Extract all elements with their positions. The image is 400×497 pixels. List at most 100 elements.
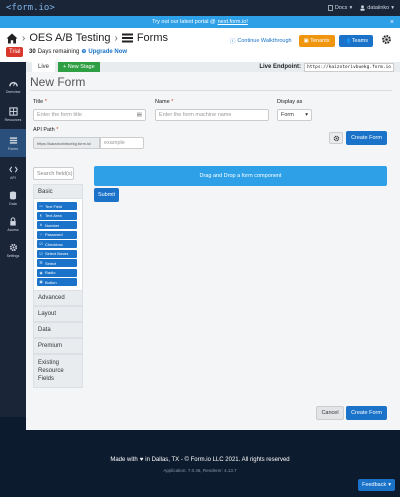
group-layout[interactable]: Layout bbox=[33, 305, 83, 322]
tenants-label: Tenants bbox=[310, 37, 330, 44]
create-form-button[interactable]: Create Form bbox=[346, 406, 387, 420]
sidebar-item-forms[interactable]: Forms bbox=[0, 129, 26, 157]
group-existing-resource-fields[interactable]: Existing Resource Fields bbox=[33, 353, 83, 388]
component-select-boxes[interactable]: ☑ Select Boxes bbox=[37, 249, 77, 258]
docs-icon bbox=[328, 5, 333, 11]
component-select[interactable]: ☰ Select bbox=[37, 259, 77, 267]
formio-logo[interactable]: <form.io> bbox=[6, 3, 55, 13]
close-icon[interactable]: × bbox=[390, 19, 394, 26]
sidebar-item-label: Resources bbox=[4, 117, 22, 122]
group-data[interactable]: Data bbox=[33, 321, 83, 338]
docs-label: Docs bbox=[334, 5, 348, 11]
project-header: › OES A/B Testing › Forms ⓘ Continue Wal… bbox=[0, 28, 400, 62]
path-input[interactable]: example bbox=[100, 137, 144, 149]
announcement-link[interactable]: next.form.io! bbox=[218, 19, 248, 25]
name-placeholder: Enter the form machine name bbox=[159, 112, 232, 118]
project-sidebar: Overview Resources Forms API Data Access… bbox=[0, 62, 26, 417]
component-label: Checkbox bbox=[45, 241, 63, 247]
title-label: Title * bbox=[33, 99, 47, 105]
component-label: Select Boxes bbox=[45, 251, 69, 256]
name-input[interactable]: Enter the form machine name bbox=[155, 109, 269, 121]
component-radio[interactable]: ◉ Radio bbox=[37, 268, 77, 277]
sidebar-item-settings[interactable]: Settings bbox=[0, 236, 26, 264]
continue-walkthrough-link[interactable]: ⓘ Continue Walkthrough bbox=[230, 37, 292, 45]
user-menu[interactable]: dataiinko ▾ bbox=[360, 5, 394, 11]
breadcrumb: › OES A/B Testing › Forms bbox=[6, 32, 168, 44]
group-basic[interactable]: Basic bbox=[33, 184, 83, 199]
tenants-button[interactable]: ▣ Tenants bbox=[298, 34, 335, 47]
footer-version: Application: 7.0.46, Renderer: 4.13.7 bbox=[163, 468, 237, 473]
component-text-area[interactable]: ¶ Text Area bbox=[37, 211, 77, 220]
sidebar-item-overview[interactable]: Overview bbox=[0, 72, 26, 100]
endpoint-url[interactable]: https://kaizotorivbuekg.form.io bbox=[304, 62, 394, 72]
endpoint-label: Live Endpoint: bbox=[259, 64, 301, 70]
forms-icon bbox=[121, 33, 133, 43]
drop-zone[interactable]: Drag and Drop a form component bbox=[94, 166, 387, 186]
announcement-bar: Try out our latest portal @ next.form.io… bbox=[0, 16, 400, 28]
footer-made-suffix: in Dallas, TX - © Form.io LLC 2021. All … bbox=[145, 457, 290, 463]
sidebar-item-resources[interactable]: Resources bbox=[0, 100, 26, 128]
upgrade-label: Upgrade Now bbox=[88, 48, 128, 55]
sidebar-item-access[interactable]: Access bbox=[0, 210, 26, 238]
required-mark: * bbox=[171, 99, 174, 105]
announcement-text: Try out our latest portal @ bbox=[152, 19, 216, 25]
checkbox-icon: ☑ bbox=[39, 242, 43, 246]
new-stage-button[interactable]: + New Stage bbox=[58, 62, 100, 72]
footer-credit: Made with ♥ in Dallas, TX - © Form.io LL… bbox=[0, 457, 400, 463]
main-content: New Form Title * Enter the form title ▤ … bbox=[26, 72, 400, 430]
create-form-button-top[interactable]: Create Form bbox=[346, 131, 387, 145]
footer: Made with ♥ in Dallas, TX - © Form.io LL… bbox=[0, 430, 400, 497]
docs-menu[interactable]: Docs ▾ bbox=[328, 5, 352, 11]
teams-button[interactable]: 👥 Teams bbox=[338, 34, 373, 47]
walkthrough-label: Continue Walkthrough bbox=[237, 37, 292, 44]
group-advanced[interactable]: Advanced bbox=[33, 289, 83, 306]
basic-components: ▭ Text Field ¶ Text Area # Number * Pass… bbox=[33, 199, 83, 290]
upgrade-now-link[interactable]: ⊕ Upgrade Now bbox=[81, 48, 128, 56]
cancel-button[interactable]: Cancel bbox=[316, 406, 344, 420]
name-label-text: Name bbox=[155, 99, 170, 105]
tab-live-stage[interactable]: Live bbox=[32, 62, 56, 72]
display-select[interactable]: Form ▾ bbox=[277, 109, 312, 121]
asterisk-icon: * bbox=[40, 232, 42, 237]
section-title: Forms bbox=[136, 32, 168, 44]
file-icon: ▤ bbox=[136, 112, 142, 118]
heart-icon: ♥ bbox=[139, 457, 144, 463]
textfield-icon: ▭ bbox=[39, 204, 43, 208]
component-label: Button bbox=[45, 279, 57, 285]
component-text-field[interactable]: ▭ Text Field bbox=[37, 202, 77, 210]
page-title: New Form bbox=[30, 75, 86, 89]
database-icon bbox=[9, 191, 17, 199]
component-number[interactable]: # Number bbox=[37, 221, 77, 229]
sidebar-item-api[interactable]: API bbox=[0, 158, 26, 186]
search-fields-input[interactable]: Search field(s) bbox=[33, 167, 74, 180]
divider bbox=[30, 90, 392, 91]
list-icon: ☰ bbox=[39, 261, 43, 265]
required-mark: * bbox=[44, 99, 47, 105]
checkbox-icon: ☑ bbox=[39, 251, 43, 256]
submit-button[interactable]: Submit bbox=[94, 188, 119, 202]
component-button[interactable]: ▣ Button bbox=[37, 278, 77, 286]
info-icon: ⓘ bbox=[229, 38, 236, 45]
chevron-down-icon: ▾ bbox=[391, 5, 394, 11]
user-icon bbox=[360, 5, 365, 11]
title-input[interactable]: Enter the form title ▤ bbox=[33, 109, 146, 121]
gear-icon bbox=[9, 243, 17, 251]
home-icon[interactable] bbox=[6, 33, 18, 44]
component-checkbox[interactable]: ☑ Checkbox bbox=[37, 240, 77, 248]
component-label: Password bbox=[45, 232, 63, 237]
sidebar-item-data[interactable]: Data bbox=[0, 184, 26, 212]
component-label: Radio bbox=[45, 270, 56, 275]
gear-icon[interactable] bbox=[381, 34, 392, 47]
days-count: 30 bbox=[29, 48, 36, 55]
group-premium[interactable]: Premium bbox=[33, 337, 83, 354]
sidebar-item-label: Forms bbox=[8, 146, 18, 151]
component-password[interactable]: * Password bbox=[37, 230, 77, 239]
trial-badge: Trial bbox=[6, 47, 24, 57]
radio-icon: ◉ bbox=[39, 270, 43, 275]
component-label: Number bbox=[45, 222, 60, 228]
form-settings-button[interactable] bbox=[329, 132, 343, 144]
project-name[interactable]: OES A/B Testing bbox=[29, 32, 110, 44]
feedback-button[interactable]: Feedback ▾ bbox=[358, 479, 395, 491]
path-label: API Path * bbox=[33, 127, 58, 133]
teams-icon: 👥 bbox=[343, 37, 351, 44]
